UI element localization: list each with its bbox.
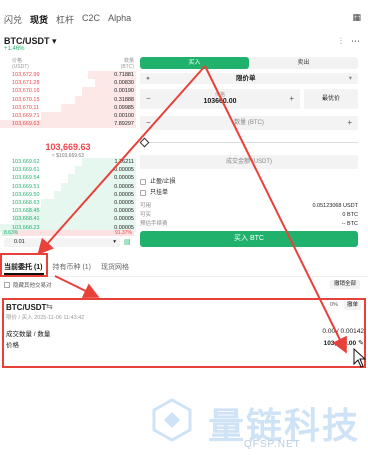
arrow-to-order-price	[204, 65, 347, 354]
cursor-icon	[353, 347, 367, 368]
arrow-to-order-card	[54, 275, 100, 298]
arrow-to-open-orders	[37, 65, 206, 255]
watermark-logo	[152, 398, 192, 442]
watermark-url: QFSP.NET	[244, 439, 301, 450]
annotation-arrows	[37, 65, 367, 368]
